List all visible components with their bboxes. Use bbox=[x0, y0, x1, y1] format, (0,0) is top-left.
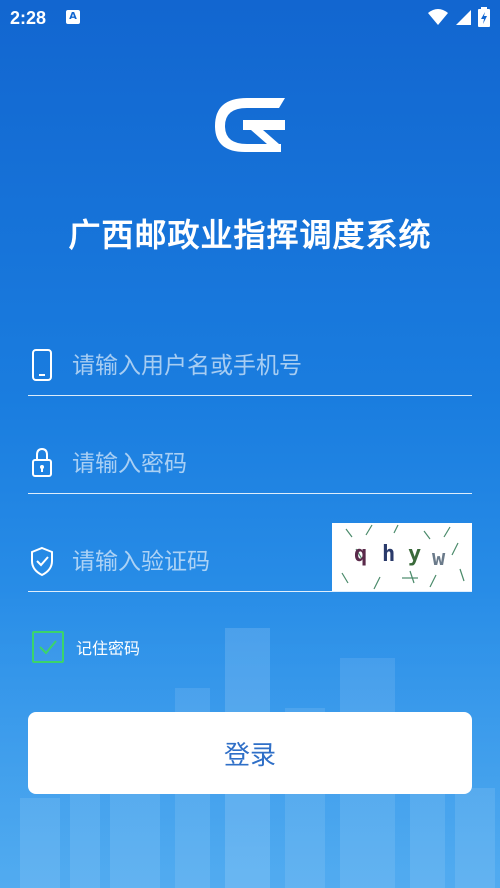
password-input[interactable] bbox=[70, 443, 454, 485]
notification-icon: A bbox=[66, 10, 80, 24]
battery-icon bbox=[478, 7, 490, 27]
remember-password-row[interactable]: 记住密码 bbox=[32, 631, 140, 663]
status-time: 2:28 bbox=[10, 8, 47, 28]
captcha-input[interactable] bbox=[70, 541, 314, 583]
page-title: 广西邮政业指挥调度系统 bbox=[68, 216, 432, 254]
system-icons bbox=[428, 7, 490, 27]
captcha-char: q bbox=[354, 542, 367, 567]
captcha-field: q h y w bbox=[28, 523, 472, 592]
captcha-char: w bbox=[432, 546, 446, 571]
shield-check-icon bbox=[31, 546, 53, 577]
username-input[interactable] bbox=[70, 345, 454, 387]
password-field bbox=[28, 433, 472, 494]
remember-password-checkbox[interactable] bbox=[32, 631, 64, 663]
username-field bbox=[28, 335, 472, 396]
app-logo-icon bbox=[215, 98, 285, 152]
lock-icon bbox=[32, 447, 52, 477]
remember-password-label: 记住密码 bbox=[76, 639, 141, 658]
check-icon bbox=[39, 640, 57, 655]
captcha-char: h bbox=[382, 542, 395, 567]
captcha-noise-icon: q h y w bbox=[341, 524, 465, 590]
captcha-char: y bbox=[408, 542, 421, 567]
status-bar: 2:28 A bbox=[0, 0, 500, 36]
login-button[interactable]: 登录 bbox=[28, 712, 472, 794]
phone-icon bbox=[32, 349, 52, 381]
signal-icon bbox=[456, 10, 471, 25]
captcha-image[interactable]: q h y w bbox=[332, 523, 472, 591]
wifi-icon bbox=[428, 9, 448, 25]
